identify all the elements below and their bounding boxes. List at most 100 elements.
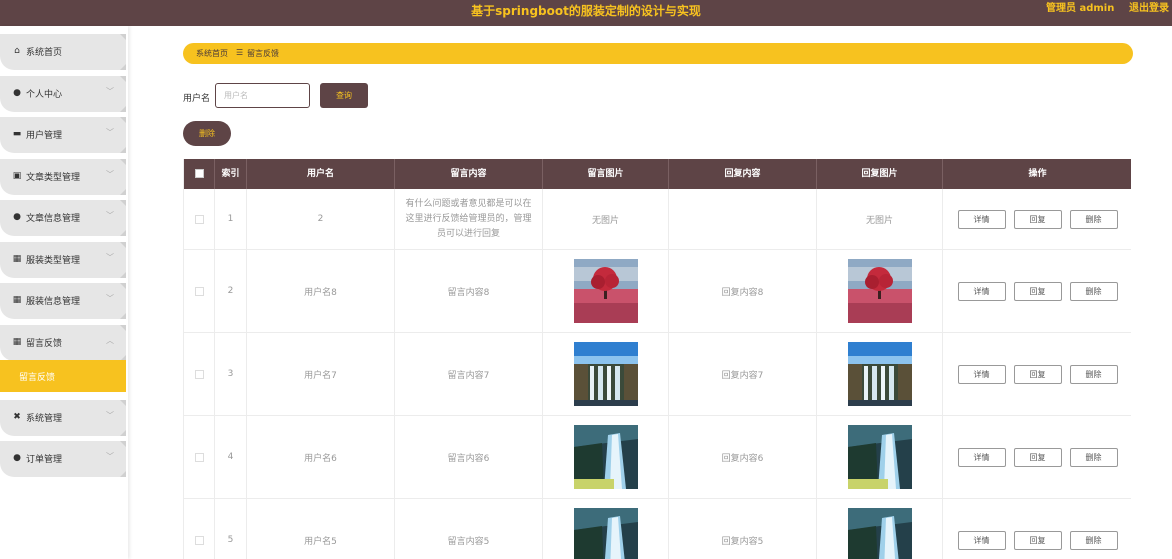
waterfall-thumbnail[interactable]: wide waterfall	[847, 342, 912, 406]
waterfall-thumbnail[interactable]: tall waterfall in gorge	[573, 425, 638, 489]
row-image-cell: pink tree in field	[543, 250, 669, 332]
sidebar-subitem-feedback[interactable]: 留言反馈	[0, 360, 126, 392]
detail-button[interactable]: 详情	[957, 281, 1006, 301]
waterfall-thumbnail[interactable]: tall waterfall in gorge	[847, 425, 912, 489]
chevron-down-icon: ﹀	[106, 253, 114, 262]
delete-button[interactable]: 删除	[1069, 364, 1118, 384]
row-image-cell: tall waterfall in gorge	[543, 416, 669, 498]
reply-button[interactable]: 回复	[1013, 281, 1062, 301]
row-image-text: 无图片	[543, 189, 669, 249]
sidebar: ⌂ 系统首页 ● 个人中心 ﹀ ▬ 用户管理 ﹀ ▣ 文章类型管理 ﹀ ● 文章…	[0, 26, 128, 559]
tree-thumbnail[interactable]: pink tree in field	[847, 259, 912, 323]
sidebar-item-label: 订单管理	[26, 455, 63, 465]
tree-thumbnail[interactable]: pink tree in field	[573, 259, 638, 323]
row-image-cell: wide waterfall	[543, 333, 669, 415]
sidebar-item-label: 系统管理	[26, 414, 63, 424]
row-username: 用户名7	[247, 333, 395, 415]
sidebar-item-home[interactable]: ⌂ 系统首页	[0, 34, 126, 70]
user-icon: ●	[13, 88, 21, 98]
breadcrumb-home[interactable]: 系统首页	[196, 48, 228, 59]
row-content-cell: 有什么问题或者意见都是可以在这里进行反馈给管理员的，管理员可以进行回复	[395, 189, 543, 249]
row-content: 留言内容5	[395, 499, 543, 559]
row-actions: 详情 回复 删除	[943, 499, 1131, 559]
row-reply-image-text: 无图片	[817, 189, 943, 249]
row-index: 5	[215, 499, 247, 559]
sidebar-item-order-management[interactable]: ● 订单管理 ﹀	[0, 441, 126, 477]
app-title: 基于springboot的服装定制的设计与实现	[471, 4, 701, 18]
table-row: 2 用户名8 留言内容8 pink tree in field 回复内容8 pi…	[184, 250, 1131, 333]
logout-link[interactable]: 退出登录	[1129, 0, 1169, 18]
sidebar-item-label: 服装类型管理	[26, 256, 81, 266]
delete-button[interactable]: 删除	[1069, 530, 1118, 550]
waterfall-thumbnail[interactable]: tall waterfall in gorge	[847, 508, 912, 559]
username-search-input[interactable]	[215, 83, 310, 108]
detail-button[interactable]: 详情	[957, 364, 1006, 384]
sidebar-item-article-type[interactable]: ▣ 文章类型管理 ﹀	[0, 159, 126, 195]
row-actions: 详情 回复 删除	[943, 250, 1131, 332]
row-checkbox[interactable]	[194, 214, 204, 224]
reply-button[interactable]: 回复	[1013, 364, 1062, 384]
table-row: 4 用户名6 留言内容6 tall waterfall in gorge 回复内…	[184, 416, 1131, 499]
row-checkbox-cell	[184, 333, 215, 415]
row-actions: 详情 回复 删除	[943, 333, 1131, 415]
sidebar-item-system-management[interactable]: ✖ 系统管理 ﹀	[0, 400, 126, 436]
feedback-table: 索引 用户名 留言内容 留言图片 回复内容 回复图片 操作 1 2 有什么问题或…	[183, 159, 1131, 559]
row-reply: 回复内容6	[669, 416, 817, 498]
sidebar-item-personal-center[interactable]: ● 个人中心 ﹀	[0, 76, 126, 112]
row-checkbox-cell	[184, 499, 215, 559]
chevron-down-icon: ﹀	[106, 211, 114, 220]
sidebar-item-label: 服装信息管理	[26, 297, 81, 307]
row-username: 用户名5	[247, 499, 395, 559]
header-actions: 操作	[1028, 169, 1047, 179]
sidebar-item-feedback[interactable]: ▦ 留言反馈 ︿	[0, 325, 126, 361]
delete-button[interactable]: 删除	[1069, 209, 1118, 229]
row-reply-image-cell: wide waterfall	[817, 333, 943, 415]
search-button[interactable]: 查询	[320, 83, 368, 108]
delete-button[interactable]: 删除	[1069, 281, 1118, 301]
row-checkbox[interactable]	[194, 369, 204, 379]
sidebar-item-label: 个人中心	[26, 90, 63, 100]
row-username: 用户名6	[247, 416, 395, 498]
reply-button[interactable]: 回复	[1013, 209, 1062, 229]
waterfall-thumbnail[interactable]: wide waterfall	[573, 342, 638, 406]
row-checkbox[interactable]	[194, 452, 204, 462]
row-content: 有什么问题或者意见都是可以在这里进行反馈给管理员的，管理员可以进行回复	[405, 198, 532, 239]
sidebar-item-label: 留言反馈	[26, 339, 63, 349]
grid-icon: ▦	[12, 295, 22, 305]
sidebar-item-clothing-info[interactable]: ▦ 服装信息管理 ﹀	[0, 283, 126, 319]
sidebar-subitem-label: 留言反馈	[19, 373, 56, 383]
table-header: 索引 用户名 留言内容 留言图片 回复内容 回复图片 操作	[184, 159, 1131, 189]
row-image-cell: tall waterfall in gorge	[543, 499, 669, 559]
reply-button[interactable]: 回复	[1013, 447, 1062, 467]
detail-button[interactable]: 详情	[957, 209, 1006, 229]
bulk-delete-button[interactable]: 删除	[183, 121, 231, 146]
header-username: 用户名	[247, 159, 395, 189]
chevron-down-icon: ﹀	[106, 294, 114, 303]
monitor-icon: ▬	[12, 129, 22, 139]
sidebar-item-user-management[interactable]: ▬ 用户管理 ﹀	[0, 117, 126, 153]
header-select-all	[184, 159, 215, 189]
row-index: 4	[215, 416, 247, 498]
sidebar-item-label: 文章信息管理	[26, 214, 81, 224]
row-checkbox[interactable]	[194, 286, 204, 296]
grid-icon: ▦	[12, 254, 22, 264]
row-checkbox[interactable]	[194, 535, 204, 545]
row-index: 3	[215, 333, 247, 415]
detail-button[interactable]: 详情	[957, 447, 1006, 467]
waterfall-thumbnail[interactable]: tall waterfall in gorge	[573, 508, 638, 559]
ticket-icon: ✖	[13, 412, 21, 422]
row-content: 留言内容6	[395, 416, 543, 498]
sidebar-item-label: 用户管理	[26, 131, 63, 141]
delete-button[interactable]: 删除	[1069, 447, 1118, 467]
chevron-down-icon: ﹀	[106, 452, 114, 461]
sidebar-item-article-info[interactable]: ● 文章信息管理 ﹀	[0, 200, 126, 236]
select-all-checkbox[interactable]	[194, 169, 204, 178]
pin-icon: ●	[13, 453, 21, 463]
table-row: 3 用户名7 留言内容7 wide waterfall 回复内容7 wide w…	[184, 333, 1131, 416]
sidebar-item-clothing-type[interactable]: ▦ 服装类型管理 ﹀	[0, 242, 126, 278]
search-label: 用户名	[183, 94, 211, 104]
reply-button[interactable]: 回复	[1013, 530, 1062, 550]
detail-button[interactable]: 详情	[957, 530, 1006, 550]
row-actions: 详情 回复 删除	[943, 189, 1131, 249]
row-reply-image-cell: tall waterfall in gorge	[817, 416, 943, 498]
